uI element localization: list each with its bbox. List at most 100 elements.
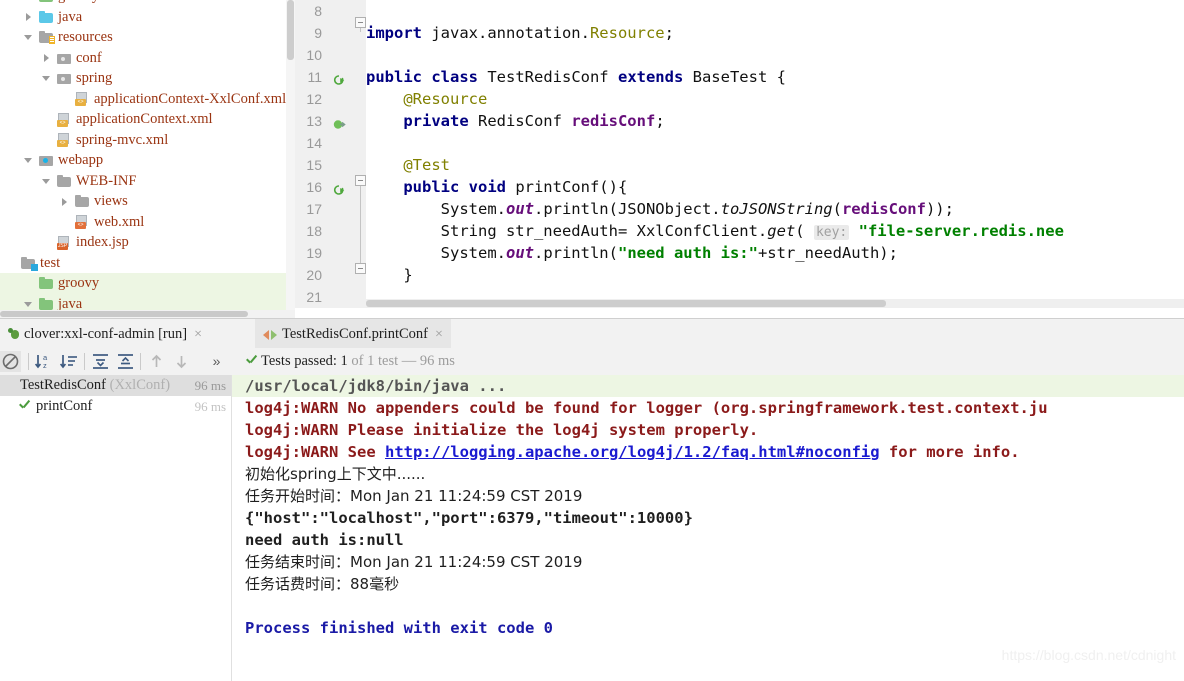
status-time: 96 ms <box>419 353 455 369</box>
code-token: @Resource <box>366 90 488 108</box>
test-row-label: printConf <box>36 398 93 414</box>
tree-item-index-jsp[interactable]: JSP index.jsp <box>0 232 295 253</box>
collapse-arrow-icon[interactable] <box>24 32 35 43</box>
tree-item-applicationcontext-xml[interactable]: <> applicationContext.xml <box>0 109 295 130</box>
fold-toggle-icon[interactable] <box>355 175 366 186</box>
code-token: .println(JSONObject. <box>533 200 721 218</box>
tree-item-groovy[interactable]: groovy <box>0 273 295 294</box>
fold-toggle-icon[interactable] <box>355 17 366 28</box>
run-gutter-icon[interactable] <box>333 115 346 129</box>
tree-item-label: java <box>58 8 83 25</box>
tab-testredisconf-printconf[interactable]: TestRedisConf.printConf × <box>255 319 451 349</box>
console-line-6: {"host":"localhost","port":6379,"timeout… <box>245 509 693 527</box>
sort-by-duration-icon[interactable] <box>59 351 80 372</box>
console-line-0: /usr/local/jdk8/bin/java ... <box>232 375 1184 397</box>
test-row-printconf[interactable]: printConf 96 ms <box>0 396 232 417</box>
expand-arrow-icon[interactable] <box>42 53 53 64</box>
scrollbar-thumb[interactable] <box>366 300 886 307</box>
test-runner-toolbar[interactable]: az » Tests passed: 1 of 1 test — 96 ms <box>0 348 1184 375</box>
code-token: public void <box>366 178 516 196</box>
project-tree-panel[interactable]: groovy java resources conf spring <> applicati… <box>0 0 295 318</box>
expand-all-icon[interactable] <box>90 351 111 372</box>
folder-icon <box>57 52 72 65</box>
code-line-19: System.out.println("need auth is:"+str_n… <box>366 242 1184 264</box>
tree-item-applicationcontext-xxlconf-xml[interactable]: <> applicationContext-XxlConf.xml <box>0 89 295 110</box>
tree-item-webapp[interactable]: webapp <box>0 150 295 171</box>
tree-item-web-inf[interactable]: WEB-INF <box>0 171 295 192</box>
tree-item-spring-mvc-xml[interactable]: <> spring-mvc.xml <box>0 130 295 151</box>
suppress-icon[interactable] <box>0 351 21 372</box>
console-line-8: 任务结束时间：Mon Jan 21 11:24:59 CST 2019 <box>245 553 583 571</box>
project-tree-vertical-scrollbar[interactable] <box>286 0 295 318</box>
fold-toggle-icon[interactable] <box>355 263 366 274</box>
console-link[interactable]: http://logging.apache.org/log4j/1.2/faq.… <box>385 443 880 461</box>
tree-item-test[interactable]: test <box>0 253 295 274</box>
code-token: private <box>366 112 478 130</box>
run-gutter-icon[interactable] <box>333 71 346 85</box>
test-results-tree[interactable]: TestRedisConf (XxlConf) 96 ms printConf 96 … <box>0 375 232 681</box>
console-line-9: 任务话费时间：88毫秒 <box>245 575 400 593</box>
code-token: out <box>505 200 534 218</box>
tree-item-resources[interactable]: resources <box>0 27 295 48</box>
code-line-18: String str_needAuth= XxlConfClient.get( … <box>366 220 1184 242</box>
console-line-11: Process finished with exit code 0 <box>245 619 553 637</box>
tree-item-label: index.jsp <box>76 234 129 250</box>
collapse-arrow-icon[interactable] <box>42 73 53 84</box>
code-text-area[interactable]: import javax.annotation.Resource; public… <box>366 0 1184 318</box>
tab-clover-run[interactable]: clover:xxl-conf-admin [run] × <box>0 319 210 349</box>
status-dash: — <box>401 353 417 369</box>
code-editor[interactable]: 8 9 10 11 12 13 14 15 16 17 18 19 20 21 import javax.… <box>295 0 1184 318</box>
collapse-all-icon[interactable] <box>115 351 136 372</box>
editor-bottom-band <box>295 308 1184 318</box>
expand-arrow-icon[interactable] <box>60 196 71 207</box>
tree-item-label: applicationContext-XxlConf.xml <box>94 90 287 107</box>
collapse-arrow-icon[interactable] <box>24 299 35 310</box>
sort-alphabetically-icon[interactable]: az <box>34 351 55 372</box>
code-line-11: public class TestRedisConf extends BaseT… <box>366 66 1184 88</box>
console-lines: /usr/local/jdk8/bin/java ... log4j:WARN N… <box>232 375 1184 639</box>
collapse-arrow-icon[interactable] <box>24 155 35 166</box>
resources-folder-icon <box>39 31 55 45</box>
code-line-9: import javax.annotation.Resource; <box>366 22 1184 44</box>
next-failed-icon[interactable] <box>171 351 192 372</box>
line-number: 19 <box>306 245 322 261</box>
line-number: 13 <box>306 113 322 129</box>
scrollbar-thumb[interactable] <box>287 0 294 60</box>
status-count: 1 <box>340 353 348 369</box>
more-options-icon[interactable]: » <box>206 351 227 372</box>
line-number: 8 <box>314 3 322 19</box>
tree-item-views[interactable]: views <box>0 191 295 212</box>
editor-horizontal-scrollbar[interactable] <box>366 299 1184 308</box>
line-number: 14 <box>306 135 322 151</box>
code-line-12: @Resource <box>366 88 1184 110</box>
code-folding-column[interactable] <box>355 0 366 318</box>
scrollbar-thumb[interactable] <box>0 311 248 317</box>
line-number: 17 <box>306 201 322 217</box>
tree-item-label: applicationContext.xml <box>76 111 213 127</box>
tree-item-conf[interactable]: conf <box>0 48 295 69</box>
tree-item-spring[interactable]: spring <box>0 68 295 89</box>
test-row-testredisconf[interactable]: TestRedisConf (XxlConf) 96 ms <box>0 375 232 396</box>
project-tree-horizontal-scrollbar[interactable] <box>0 310 295 318</box>
folder-icon <box>75 195 90 208</box>
run-gutter-icon[interactable] <box>333 181 346 195</box>
console-line-1: log4j:WARN No appenders could be found f… <box>245 399 1048 417</box>
expand-arrow-icon[interactable] <box>24 12 35 23</box>
code-token: "need auth is:" <box>617 244 758 262</box>
prev-failed-icon[interactable] <box>146 351 167 372</box>
ide-window: groovy java resources conf spring <> applicati… <box>0 0 1184 681</box>
toolbar-divider <box>84 353 85 370</box>
console-output[interactable]: /usr/local/jdk8/bin/java ... log4j:WARN N… <box>232 375 1184 681</box>
console-text: for more info. <box>879 443 1020 461</box>
close-icon[interactable]: × <box>194 327 202 342</box>
tree-item-web-xml[interactable]: <> web.xml <box>0 212 295 233</box>
status-prefix: Tests passed: <box>261 353 337 369</box>
tree-item-java[interactable]: java <box>0 7 295 28</box>
code-line-13: private RedisConf redisConf; <box>366 110 1184 132</box>
run-tab-bar[interactable]: clover:xxl-conf-admin [run] × TestRedisCo… <box>0 318 1184 349</box>
close-icon[interactable]: × <box>435 327 443 342</box>
tree-item-label: groovy <box>58 0 99 4</box>
collapse-arrow-icon[interactable] <box>42 176 53 187</box>
